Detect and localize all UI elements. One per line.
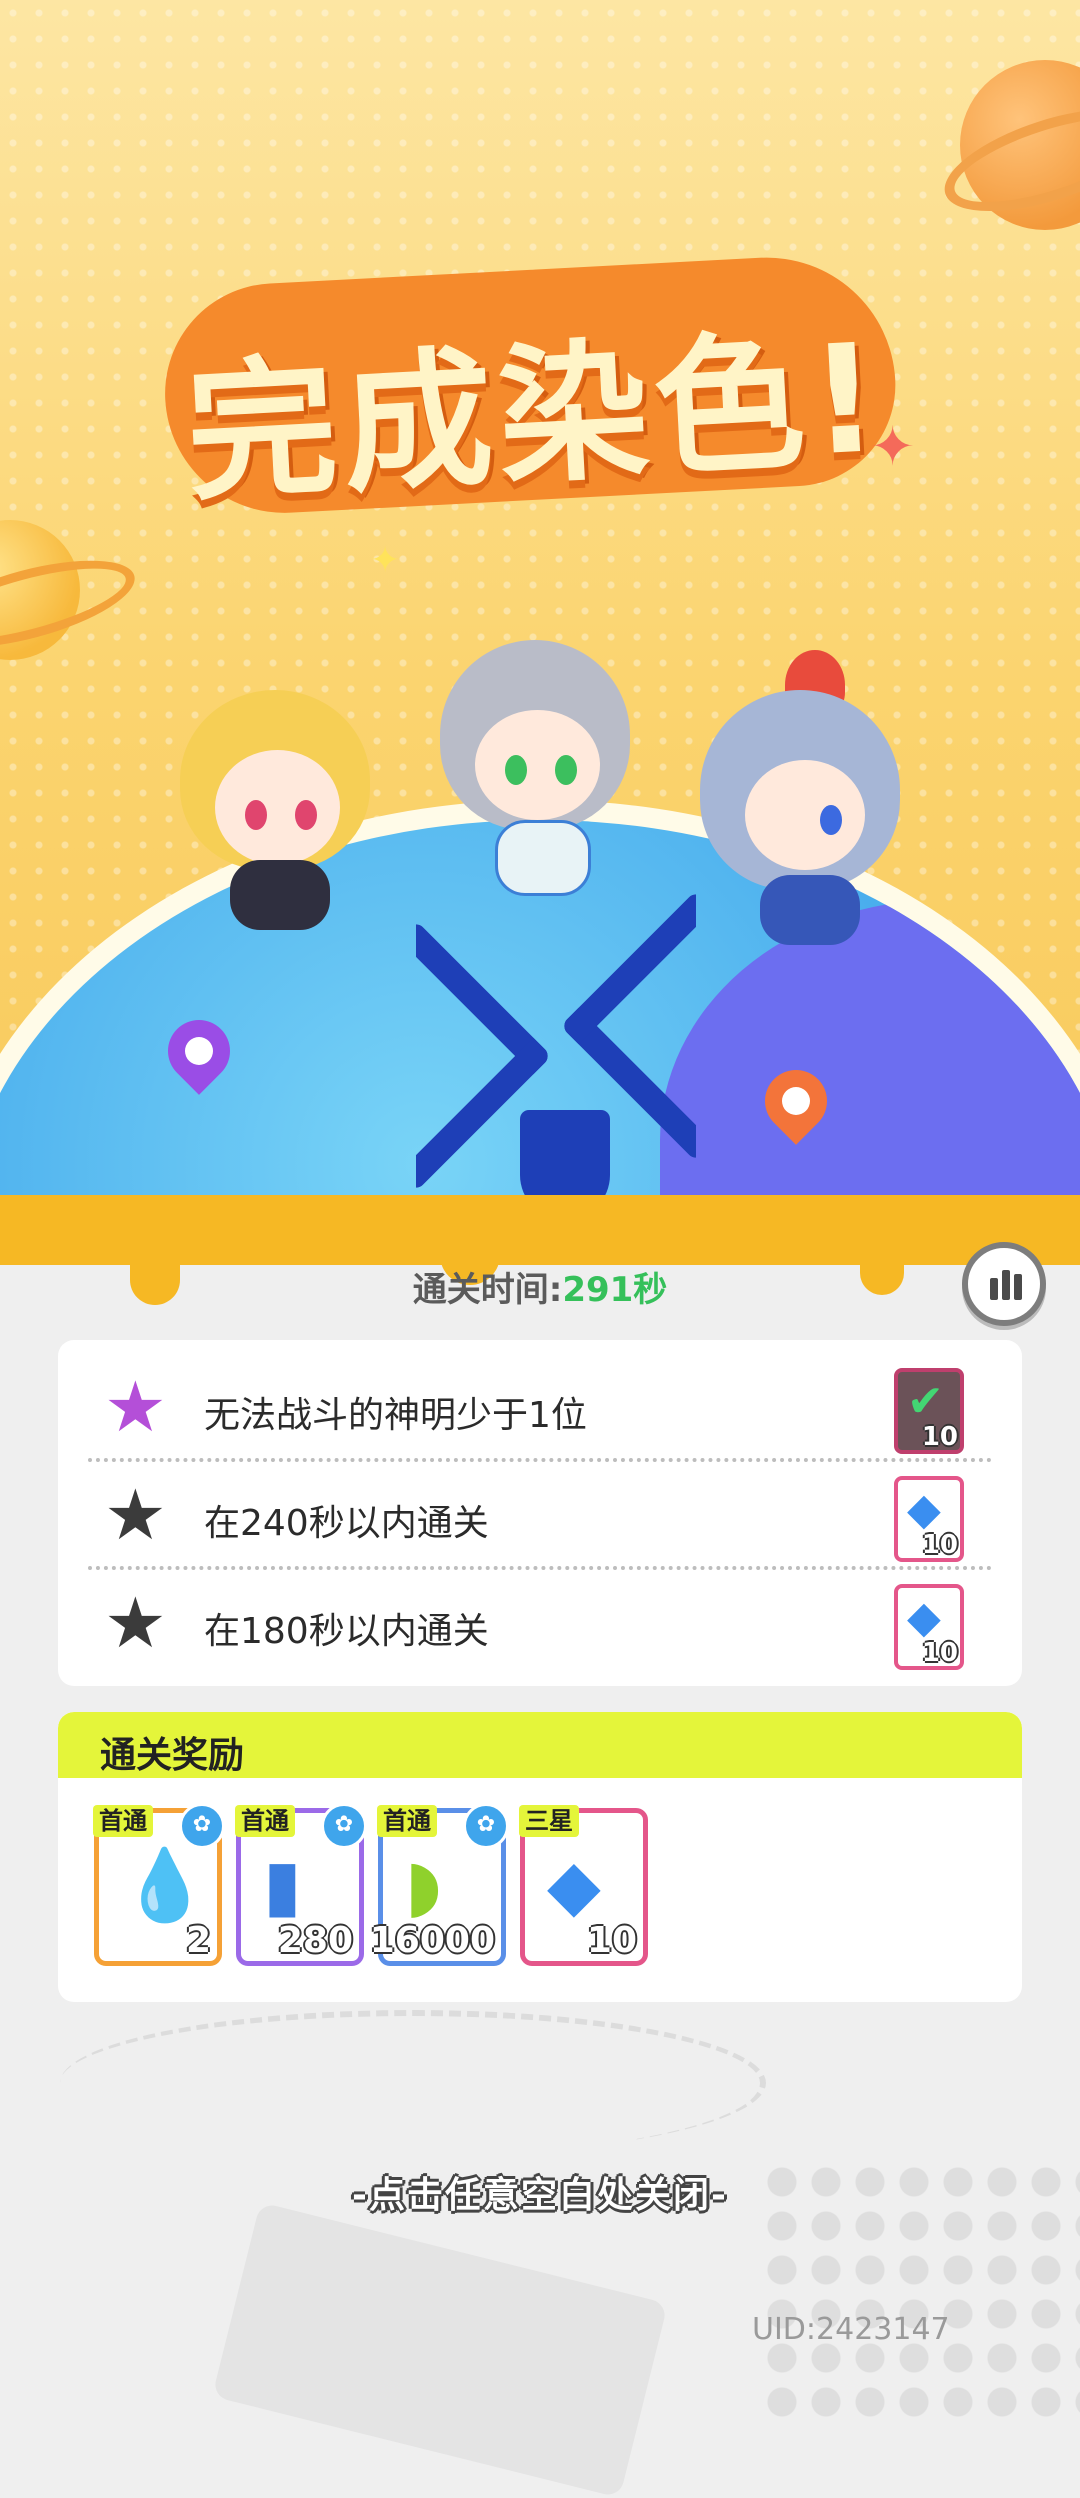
objectives-card: ★ 无法战斗的神明少于1位 ✔ 10 ★ 在240秒以内通关 ◆ 10 ★ 在1… — [58, 1340, 1022, 1686]
bar-chart-icon — [990, 1278, 998, 1300]
reward-quantity: 280 — [277, 1920, 353, 1961]
objective-row: ★ 在240秒以内通关 ◆ 10 — [58, 1458, 1022, 1566]
objective-reward[interactable]: ◆ 10 — [894, 1476, 964, 1562]
result-title: 完成染色! — [182, 311, 889, 523]
paint-tube-icon: ◗ — [405, 1844, 442, 1926]
reward-quantity: 2 — [185, 1920, 211, 1961]
objective-reward[interactable]: ◆ 10 — [894, 1584, 964, 1670]
palm-badge-icon: ✿ — [179, 1803, 225, 1849]
reward-item[interactable]: ◗ 首通 ✿ 16000 — [370, 1803, 509, 1966]
rewards-title: 通关奖励 — [100, 1735, 245, 1776]
reward-tag: 首通 — [93, 1805, 153, 1837]
reward-item[interactable]: 💧 首通 ✿ 2 — [93, 1803, 225, 1966]
reward-item[interactable]: ▮ 首通 ✿ 280 — [235, 1803, 367, 1966]
clear-time: 通关时间:291秒 — [0, 1262, 1080, 1322]
clear-time-value: 291秒 — [562, 1270, 668, 1310]
star-empty-icon: ★ — [104, 1474, 167, 1556]
reward-tag: 三星 — [519, 1805, 579, 1837]
bar-chart-icon — [1002, 1270, 1010, 1300]
objective-row: ★ 无法战斗的神明少于1位 ✔ 10 — [58, 1350, 1022, 1458]
bar-chart-icon — [1014, 1274, 1022, 1300]
palm-badge-icon: ✿ — [463, 1803, 509, 1849]
spray-can-icon: ▮ — [263, 1844, 302, 1926]
ticket-decoration — [212, 2202, 668, 2498]
dashed-path-decoration — [60, 2010, 766, 2156]
rewards-card: 通关奖励 💧 首通 ✿ 2 ▮ 首通 ✿ 280 ◗ 首通 ✿ 16000 ◆ … — [58, 1712, 1022, 2002]
objective-reward[interactable]: ✔ 10 — [894, 1368, 964, 1454]
reward-quantity: 10 — [921, 1422, 958, 1452]
globe-eye-left — [280, 920, 552, 1192]
objective-text: 无法战斗的神明少于1位 — [204, 1395, 587, 1436]
objective-text: 在240秒以内通关 — [204, 1503, 489, 1544]
star-filled-icon: ★ — [104, 1366, 167, 1448]
sparkle-icon: ✦ — [370, 540, 401, 581]
palm-badge-icon: ✿ — [321, 1803, 367, 1849]
star-empty-icon: ★ — [104, 1582, 167, 1664]
reward-item[interactable]: ◆ 三星 10 — [519, 1805, 648, 1966]
close-hint[interactable]: -点击任意空白处关闭- — [0, 2166, 1080, 2218]
reward-tag: 首通 — [377, 1805, 437, 1837]
water-drop-icon: 💧 — [121, 1844, 209, 1926]
result-banner: 完成染色! ✦ ✦ — [0, 0, 1080, 1240]
stats-button[interactable] — [962, 1242, 1046, 1326]
reward-quantity: 16000 — [369, 1920, 495, 1961]
diamond-icon: ◆ — [547, 1844, 601, 1926]
character-blue-hair — [700, 650, 910, 945]
objective-text: 在180秒以内通关 — [204, 1611, 489, 1652]
reward-quantity: 10 — [921, 1530, 958, 1560]
diamond-icon: ◆ — [907, 1592, 941, 1643]
character-blonde — [180, 690, 380, 930]
rewards-header: 通关奖励 — [58, 1712, 1022, 1778]
objective-row: ★ 在180秒以内通关 ◆ 10 — [58, 1566, 1022, 1674]
reward-tag: 首通 — [235, 1805, 295, 1837]
reward-quantity: 10 — [921, 1638, 958, 1668]
sparkle-icon: ✦ — [870, 415, 916, 478]
user-id: UID:2423147 — [752, 2312, 950, 2347]
reward-quantity: 10 — [586, 1920, 637, 1961]
check-icon: ✔ — [907, 1376, 944, 1427]
character-silver-hair — [440, 640, 640, 896]
clear-time-label: 通关时间: — [412, 1270, 563, 1310]
diamond-icon: ◆ — [907, 1484, 941, 1535]
